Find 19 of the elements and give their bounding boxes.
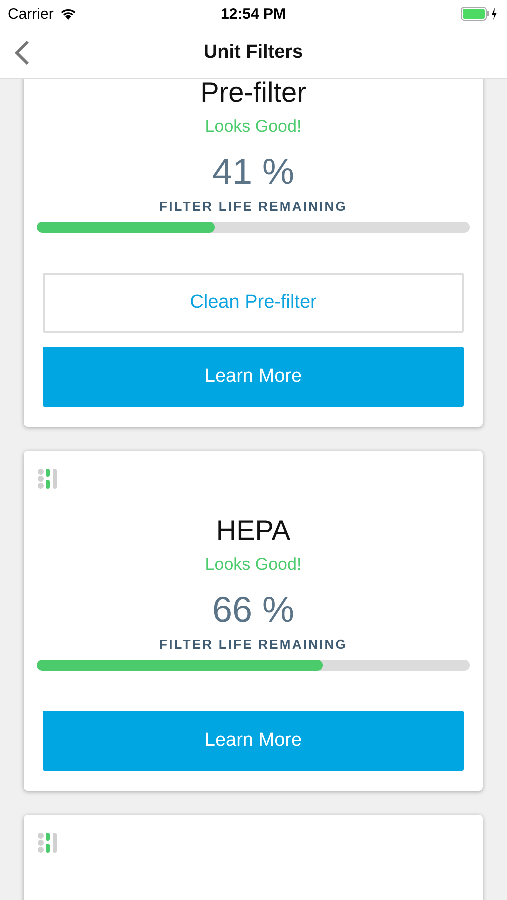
- level-indicator-icon: [37, 467, 59, 491]
- filter-caption: FILTER LIFE REMAINING: [160, 199, 348, 214]
- filter-name: HEPA: [216, 515, 291, 547]
- clock: 12:54 PM: [220, 6, 286, 22]
- filter-status: Looks Good!: [205, 555, 302, 575]
- learn-more-button[interactable]: Learn More: [43, 711, 464, 771]
- filter-percent: 66 %: [212, 589, 295, 631]
- carrier-label: Carrier: [8, 6, 54, 22]
- back-icon[interactable]: [14, 40, 30, 66]
- filter-caption: FILTER LIFE REMAINING: [160, 637, 348, 652]
- filter-status: Looks Good!: [205, 117, 302, 137]
- screen-title: Unit Filters: [204, 42, 304, 64]
- filter-percent: 41 %: [212, 151, 295, 193]
- battery-icon: [461, 7, 499, 21]
- clean-button[interactable]: Clean Pre-filter: [43, 273, 464, 333]
- level-indicator-icon: [37, 831, 59, 855]
- wifi-icon: [60, 8, 77, 20]
- learn-more-button[interactable]: Learn More: [43, 347, 464, 407]
- filter-name: Pre-filter: [200, 79, 306, 109]
